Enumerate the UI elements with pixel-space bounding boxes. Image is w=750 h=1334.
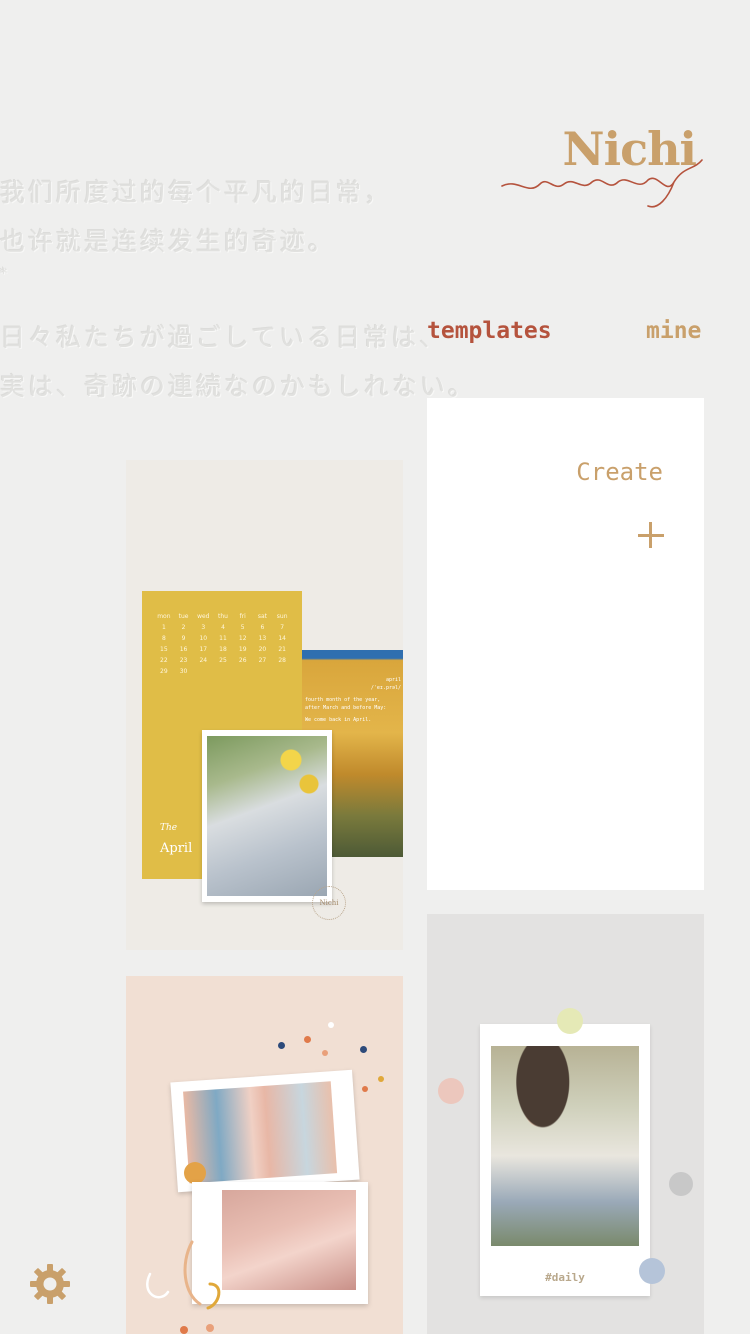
calendar-day: 20 [258, 646, 267, 653]
bg-text-line-5: 実は、奇跡の連続なのかもしれない。 [0, 372, 477, 401]
create-template-card[interactable]: Create [427, 398, 704, 890]
calendar-day: 8 [161, 635, 166, 642]
calendar-day: 7 [280, 624, 285, 631]
bg-text-line-2: 也许就是连续发生的奇迹。 [0, 227, 337, 256]
calendar-day: 30 [179, 668, 188, 675]
plus-icon[interactable] [638, 522, 664, 548]
venice-caption-line: We come back in April. [305, 717, 372, 723]
decor-dot-yellow [557, 1008, 583, 1034]
decor-dot-blue [639, 1258, 665, 1284]
calendar-day: 16 [179, 646, 188, 653]
venice-caption: april/ˈeɪ.prəl/fourth month of the year,… [305, 676, 401, 724]
calendar-day: 6 [260, 624, 265, 631]
confetti-dot [362, 1086, 368, 1092]
calendar-day: 19 [238, 646, 247, 653]
calendar-day: 26 [238, 657, 247, 664]
smiley-sticker-icon [184, 1162, 206, 1184]
calendar-day: 22 [160, 657, 168, 664]
calendar-day: 23 [179, 657, 188, 664]
calendar-day: 14 [278, 635, 286, 642]
calendar-weekday: thu [218, 613, 228, 620]
calendar-day: 27 [258, 657, 267, 664]
venice-caption-line: fourth month of the year, [305, 697, 381, 703]
venice-caption-line: /ˈeɪ.prəl/ [370, 685, 401, 691]
calendar-day: 24 [199, 657, 208, 664]
hat-polaroid: #daily [480, 1024, 650, 1296]
lemon-photo [207, 736, 327, 896]
ribbon-doodle-icon [146, 1240, 221, 1334]
stairs-photo [222, 1190, 356, 1290]
confetti-dot [278, 1042, 285, 1049]
confetti-dot [322, 1050, 328, 1056]
calendar-day: 4 [221, 624, 225, 631]
bg-text-line-4: 日々私たちが過ごしている日常は、 [0, 323, 448, 352]
calendar-weekday: fri [239, 613, 246, 620]
tab-templates[interactable]: templates [427, 318, 552, 344]
template-card-daily[interactable]: #daily [427, 914, 704, 1334]
template-card-pink[interactable] [126, 976, 403, 1334]
calendar-day: 11 [219, 635, 227, 642]
calendar-day: 21 [278, 646, 286, 653]
calendar-day: 9 [181, 635, 186, 642]
calendar-day: 1 [161, 624, 166, 631]
building-photo [183, 1081, 338, 1184]
calendar-day: 13 [258, 635, 267, 642]
calendar-month-title: April [160, 841, 193, 856]
calendar-grid: mon tue wed thu fri sat sun 1 2 3 4 5 6 7 8 9 10 11 12 13 14… [154, 613, 292, 675]
calendar-weekday: sat [257, 613, 267, 620]
confetti-dot [378, 1076, 384, 1082]
calendar-day: 29 [160, 668, 168, 675]
calendar-day: 12 [238, 635, 247, 642]
nichi-stamp: Nichi [312, 886, 346, 920]
template-card-april[interactable]: mon tue wed thu fri sat sun 1 2 3 4 5 6 7 8 9 10 11 12 13 14… [126, 460, 403, 950]
calendar-weekday: sun [276, 613, 288, 620]
app-logo: Nichi [498, 112, 708, 212]
decor-dot-gray [669, 1172, 693, 1196]
logo-script-everyday [501, 159, 703, 208]
confetti-dot [360, 1046, 367, 1053]
lemon-polaroid [202, 730, 332, 902]
calendar-day: 15 [160, 646, 168, 653]
confetti-dot [304, 1036, 311, 1043]
venice-caption-line: after March and before May: [305, 705, 387, 711]
calendar-weekday: wed [197, 613, 210, 620]
bg-text-line-1: 我们所度过的每个平凡的日常， [0, 178, 393, 207]
daily-tag: #daily [545, 1271, 585, 1284]
calendar-script-text: The [160, 823, 178, 833]
calendar-day: 2 [181, 624, 186, 631]
calendar-day: 10 [199, 635, 208, 642]
calendar-weekday: tue [178, 613, 189, 620]
calendar-day: 3 [201, 624, 206, 631]
create-label: Create [576, 458, 663, 486]
calendar-day: 5 [240, 624, 245, 631]
calendar-day: 17 [199, 646, 208, 653]
calendar-day: 18 [219, 646, 227, 653]
tab-mine[interactable]: mine [646, 318, 701, 344]
gear-icon[interactable] [28, 1262, 72, 1306]
confetti-dot [328, 1022, 334, 1028]
venice-caption-line: april [385, 677, 401, 683]
calendar-day: 25 [219, 657, 227, 664]
calendar-day: 28 [278, 657, 286, 664]
calendar-weekday: mon [157, 613, 171, 620]
decor-dot-pink [438, 1078, 464, 1104]
hat-photo [491, 1046, 639, 1246]
bg-text-line-3: * [0, 266, 10, 282]
